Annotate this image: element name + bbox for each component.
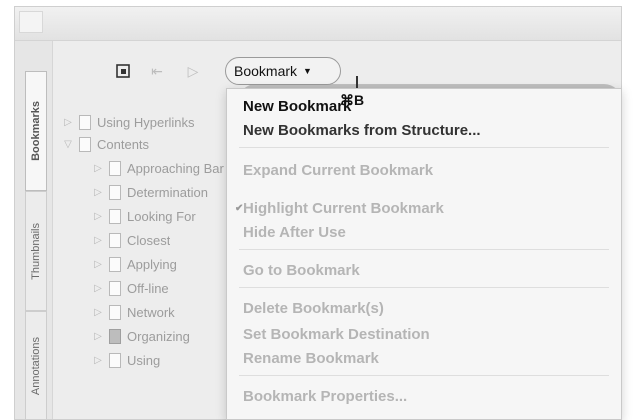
- tree-item[interactable]: ▷ Off-line: [91, 277, 169, 299]
- menu-item-label: New Bookmark: [243, 97, 352, 115]
- tree-item-label: Approaching Bar: [127, 160, 224, 176]
- window-control[interactable]: [19, 11, 43, 33]
- forward-icon[interactable]: ▷: [183, 61, 203, 81]
- checkmark-icon: ✔: [235, 202, 244, 214]
- tree-item-label: Contents: [97, 136, 150, 152]
- expand-icon[interactable]: ▷: [91, 211, 105, 222]
- bookmark-tree: ▷ Using Hyperlinks ▽ Contents ▷ Approach…: [53, 101, 233, 419]
- tree-item[interactable]: ▷ Using Hyperlinks: [61, 111, 195, 133]
- arrow-icon[interactable]: ⇤: [147, 61, 167, 81]
- expand-icon[interactable]: ▷: [91, 235, 105, 246]
- tab-thumbnails-label: Thumbnails: [30, 222, 42, 280]
- document-icon: [109, 352, 121, 368]
- collapse-icon[interactable]: ▽: [61, 139, 75, 150]
- expand-icon[interactable]: ▷: [61, 117, 75, 128]
- tree-item[interactable]: ▷ Closest: [91, 229, 170, 251]
- document-icon: [109, 208, 121, 224]
- expand-icon[interactable]: ▷: [91, 163, 105, 174]
- tree-item-label: Using: [127, 352, 161, 368]
- tree-item-label: Looking For: [127, 208, 196, 224]
- menu-item-label: Go to Bookmark: [243, 261, 360, 279]
- bookmark-menu-label: Bookmark: [234, 63, 298, 79]
- menu-item-label: Delete Bookmark(s): [243, 299, 384, 317]
- menu-separator: [239, 249, 609, 250]
- tree-item-label: Closest: [127, 232, 171, 248]
- tab-thumbnails[interactable]: Thumbnails: [25, 191, 47, 311]
- tree-item[interactable]: ▷ Organizing: [91, 325, 190, 347]
- tab-bookmarks-label: Bookmarks: [30, 101, 42, 161]
- tree-item[interactable]: ▷ Network: [91, 301, 175, 323]
- menu-item-new-bookmarks-from-structure[interactable]: New Bookmarks from Structure...: [243, 119, 481, 141]
- title-bar: [15, 7, 621, 41]
- tab-annotations[interactable]: Annotations: [25, 311, 47, 419]
- tree-item[interactable]: ▷ Approaching Bar: [91, 157, 224, 179]
- bookmark-dropdown-menu: New Bookmark New Bookmarks from Structur…: [226, 88, 622, 420]
- menu-item-expand-current-bookmark[interactable]: Expand Current Bookmark: [243, 159, 433, 181]
- document-icon: [79, 136, 91, 152]
- chevron-down-icon: ▼: [303, 66, 312, 76]
- menu-item-delete-bookmarks[interactable]: Delete Bookmark(s): [243, 297, 384, 319]
- menu-item-label: New Bookmarks from Structure...: [243, 121, 481, 139]
- menu-item-label: Highlight Current Bookmark: [243, 199, 444, 217]
- expand-icon[interactable]: ▷: [91, 307, 105, 318]
- document-icon: [79, 114, 91, 130]
- expand-icon[interactable]: ▷: [91, 331, 105, 342]
- page-icon[interactable]: [113, 61, 133, 81]
- tree-item-label: Organizing: [127, 328, 190, 344]
- document-icon: [109, 256, 121, 272]
- expand-icon[interactable]: ▷: [91, 355, 105, 366]
- menu-item-bookmark-properties[interactable]: Bookmark Properties...: [243, 385, 407, 407]
- document-icon: [109, 280, 121, 296]
- expand-icon[interactable]: ▷: [91, 259, 105, 270]
- document-icon: [109, 232, 121, 248]
- document-icon: [109, 184, 121, 200]
- menu-item-label: Bookmark Properties...: [243, 387, 408, 405]
- menu-item-label: Rename Bookmark: [243, 349, 379, 367]
- tree-item[interactable]: ▷ Using: [91, 349, 160, 371]
- tab-annotations-label: Annotations: [30, 336, 42, 396]
- tree-item-label: Using Hyperlinks: [97, 114, 195, 130]
- menu-separator: [239, 375, 609, 376]
- menu-item-label: Expand Current Bookmark: [243, 161, 434, 179]
- expand-icon[interactable]: ▷: [91, 283, 105, 294]
- bookmark-menu-button[interactable]: Bookmark ▼: [225, 57, 341, 85]
- tree-item[interactable]: ▷ Looking For: [91, 205, 196, 227]
- new-bookmark-shortcut: ⌘B: [340, 92, 365, 108]
- menu-item-hide-after-use[interactable]: Hide After Use: [243, 221, 346, 243]
- tab-bookmarks[interactable]: Bookmarks: [25, 71, 47, 191]
- tree-item-label: Off-line: [127, 280, 169, 296]
- tree-item-label: Network: [127, 304, 175, 320]
- tree-item[interactable]: ▷ Applying: [91, 253, 177, 275]
- menu-separator: [239, 147, 609, 148]
- expand-icon[interactable]: ▷: [91, 187, 105, 198]
- menu-item-go-to-bookmark[interactable]: Go to Bookmark: [243, 259, 360, 281]
- menu-item-rename-bookmark[interactable]: Rename Bookmark: [243, 347, 379, 369]
- menu-item-label: Hide After Use: [243, 223, 346, 241]
- menu-separator: [239, 287, 609, 288]
- menu-item-new-bookmark[interactable]: New Bookmark: [243, 95, 351, 117]
- menu-item-highlight-current-bookmark[interactable]: ✔ Highlight Current Bookmark: [235, 197, 444, 219]
- tree-item-label: Applying: [127, 256, 177, 272]
- tree-item[interactable]: ▷ Determination: [91, 181, 208, 203]
- document-icon: [109, 160, 121, 176]
- side-tabs: Bookmarks Thumbnails Annotations: [15, 41, 53, 419]
- tree-item-label: Determination: [127, 184, 208, 200]
- menu-item-set-bookmark-destination[interactable]: Set Bookmark Destination: [243, 323, 430, 345]
- tree-item[interactable]: ▽ Contents: [61, 133, 149, 155]
- document-icon: [109, 304, 121, 320]
- menu-item-label: Set Bookmark Destination: [243, 325, 430, 343]
- document-icon: [109, 328, 121, 344]
